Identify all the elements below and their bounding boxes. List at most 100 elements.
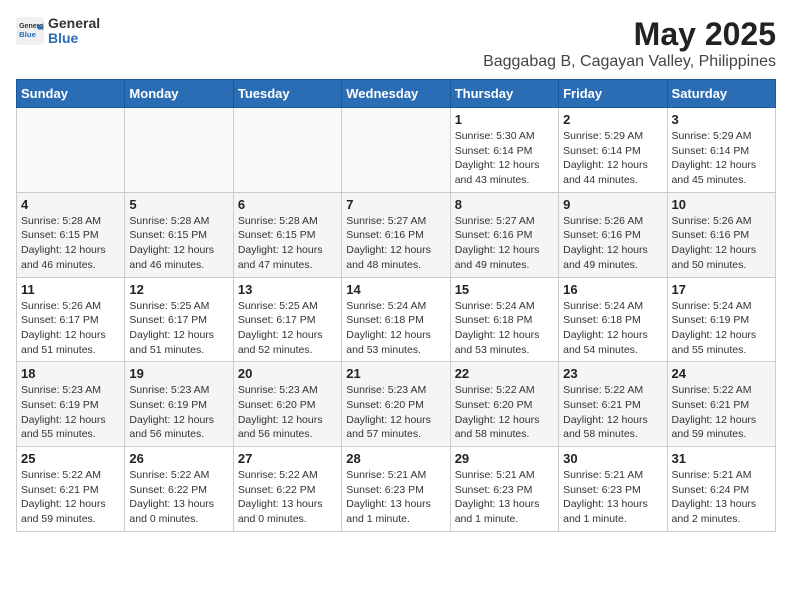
calendar-header: SundayMondayTuesdayWednesdayThursdayFrid…: [17, 80, 776, 108]
calendar-week-5: 25 Sunrise: 5:22 AM Sunset: 6:21 PM Dayli…: [17, 447, 776, 532]
day-number: 2: [563, 112, 662, 127]
calendar-cell: 29 Sunrise: 5:21 AM Sunset: 6:23 PM Dayli…: [450, 447, 558, 532]
day-detail: Sunrise: 5:23 AM Sunset: 6:20 PM Dayligh…: [346, 383, 445, 442]
weekday-header-tuesday: Tuesday: [233, 80, 341, 108]
day-detail: Sunrise: 5:23 AM Sunset: 6:19 PM Dayligh…: [129, 383, 228, 442]
logo-general-text: General: [48, 16, 100, 31]
calendar-cell: 19 Sunrise: 5:23 AM Sunset: 6:19 PM Dayli…: [125, 362, 233, 447]
calendar-cell: 4 Sunrise: 5:28 AM Sunset: 6:15 PM Daylig…: [17, 192, 125, 277]
svg-text:Blue: Blue: [19, 31, 37, 40]
day-detail: Sunrise: 5:26 AM Sunset: 6:17 PM Dayligh…: [21, 299, 120, 358]
day-number: 28: [346, 451, 445, 466]
day-number: 23: [563, 366, 662, 381]
day-detail: Sunrise: 5:24 AM Sunset: 6:19 PM Dayligh…: [672, 299, 771, 358]
day-detail: Sunrise: 5:24 AM Sunset: 6:18 PM Dayligh…: [455, 299, 554, 358]
calendar-cell: [233, 108, 341, 193]
day-number: 22: [455, 366, 554, 381]
day-detail: Sunrise: 5:22 AM Sunset: 6:21 PM Dayligh…: [672, 383, 771, 442]
logo-icon: General Blue: [16, 17, 44, 45]
weekday-header-sunday: Sunday: [17, 80, 125, 108]
calendar-cell: 27 Sunrise: 5:22 AM Sunset: 6:22 PM Dayli…: [233, 447, 341, 532]
day-detail: Sunrise: 5:22 AM Sunset: 6:22 PM Dayligh…: [129, 468, 228, 527]
calendar-cell: 16 Sunrise: 5:24 AM Sunset: 6:18 PM Dayli…: [559, 277, 667, 362]
day-detail: Sunrise: 5:21 AM Sunset: 6:24 PM Dayligh…: [672, 468, 771, 527]
day-number: 29: [455, 451, 554, 466]
calendar-cell: 28Sunrise: 5:21 AM Sunset: 6:23 PM Dayli…: [342, 447, 450, 532]
calendar-cell: 23 Sunrise: 5:22 AM Sunset: 6:21 PM Dayli…: [559, 362, 667, 447]
day-detail: Sunrise: 5:30 AM Sunset: 6:14 PM Dayligh…: [455, 129, 554, 188]
day-number: 13: [238, 282, 337, 297]
page-header: General Blue General Blue May 2025 Bagga…: [16, 16, 776, 71]
calendar-week-4: 18 Sunrise: 5:23 AM Sunset: 6:19 PM Dayli…: [17, 362, 776, 447]
calendar-cell: 11Sunrise: 5:26 AM Sunset: 6:17 PM Dayli…: [17, 277, 125, 362]
calendar-cell: 6 Sunrise: 5:28 AM Sunset: 6:15 PM Daylig…: [233, 192, 341, 277]
calendar-cell: 21Sunrise: 5:23 AM Sunset: 6:20 PM Dayli…: [342, 362, 450, 447]
calendar-cell: 30Sunrise: 5:21 AM Sunset: 6:23 PM Dayli…: [559, 447, 667, 532]
day-detail: Sunrise: 5:21 AM Sunset: 6:23 PM Dayligh…: [563, 468, 662, 527]
day-number: 12: [129, 282, 228, 297]
day-number: 17: [672, 282, 771, 297]
day-detail: Sunrise: 5:23 AM Sunset: 6:19 PM Dayligh…: [21, 383, 120, 442]
logo: General Blue General Blue: [16, 16, 100, 47]
day-detail: Sunrise: 5:28 AM Sunset: 6:15 PM Dayligh…: [238, 214, 337, 273]
calendar-cell: 13 Sunrise: 5:25 AM Sunset: 6:17 PM Dayli…: [233, 277, 341, 362]
page-title: May 2025: [483, 16, 776, 53]
calendar-week-1: 1Sunrise: 5:30 AM Sunset: 6:14 PM Daylig…: [17, 108, 776, 193]
day-number: 5: [129, 197, 228, 212]
day-detail: Sunrise: 5:22 AM Sunset: 6:22 PM Dayligh…: [238, 468, 337, 527]
weekday-header-saturday: Saturday: [667, 80, 775, 108]
calendar-cell: 1Sunrise: 5:30 AM Sunset: 6:14 PM Daylig…: [450, 108, 558, 193]
calendar-cell: 15Sunrise: 5:24 AM Sunset: 6:18 PM Dayli…: [450, 277, 558, 362]
day-number: 7: [346, 197, 445, 212]
day-detail: Sunrise: 5:22 AM Sunset: 6:20 PM Dayligh…: [455, 383, 554, 442]
day-detail: Sunrise: 5:25 AM Sunset: 6:17 PM Dayligh…: [238, 299, 337, 358]
day-detail: Sunrise: 5:29 AM Sunset: 6:14 PM Dayligh…: [672, 129, 771, 188]
day-number: 14: [346, 282, 445, 297]
day-number: 3: [672, 112, 771, 127]
calendar-week-3: 11Sunrise: 5:26 AM Sunset: 6:17 PM Dayli…: [17, 277, 776, 362]
calendar-cell: 7 Sunrise: 5:27 AM Sunset: 6:16 PM Daylig…: [342, 192, 450, 277]
calendar-cell: 20Sunrise: 5:23 AM Sunset: 6:20 PM Dayli…: [233, 362, 341, 447]
calendar-cell: 12Sunrise: 5:25 AM Sunset: 6:17 PM Dayli…: [125, 277, 233, 362]
calendar-week-2: 4 Sunrise: 5:28 AM Sunset: 6:15 PM Daylig…: [17, 192, 776, 277]
day-detail: Sunrise: 5:27 AM Sunset: 6:16 PM Dayligh…: [455, 214, 554, 273]
calendar-cell: 18 Sunrise: 5:23 AM Sunset: 6:19 PM Dayli…: [17, 362, 125, 447]
day-number: 16: [563, 282, 662, 297]
day-detail: Sunrise: 5:21 AM Sunset: 6:23 PM Dayligh…: [455, 468, 554, 527]
title-area: May 2025 Baggabag B, Cagayan Valley, Phi…: [483, 16, 776, 71]
calendar-cell: 31 Sunrise: 5:21 AM Sunset: 6:24 PM Dayli…: [667, 447, 775, 532]
day-detail: Sunrise: 5:22 AM Sunset: 6:21 PM Dayligh…: [563, 383, 662, 442]
weekday-header-wednesday: Wednesday: [342, 80, 450, 108]
calendar-cell: 5 Sunrise: 5:28 AM Sunset: 6:15 PM Daylig…: [125, 192, 233, 277]
weekday-header-thursday: Thursday: [450, 80, 558, 108]
page-subtitle: Baggabag B, Cagayan Valley, Philippines: [483, 53, 776, 71]
day-detail: Sunrise: 5:22 AM Sunset: 6:21 PM Dayligh…: [21, 468, 120, 527]
day-number: 8: [455, 197, 554, 212]
day-number: 18: [21, 366, 120, 381]
day-number: 6: [238, 197, 337, 212]
day-detail: Sunrise: 5:26 AM Sunset: 6:16 PM Dayligh…: [563, 214, 662, 273]
day-detail: Sunrise: 5:27 AM Sunset: 6:16 PM Dayligh…: [346, 214, 445, 273]
weekday-header-friday: Friday: [559, 80, 667, 108]
day-number: 25: [21, 451, 120, 466]
day-number: 10: [672, 197, 771, 212]
day-detail: Sunrise: 5:28 AM Sunset: 6:15 PM Dayligh…: [21, 214, 120, 273]
calendar-cell: 8 Sunrise: 5:27 AM Sunset: 6:16 PM Daylig…: [450, 192, 558, 277]
calendar-cell: 2Sunrise: 5:29 AM Sunset: 6:14 PM Daylig…: [559, 108, 667, 193]
calendar-cell: 17 Sunrise: 5:24 AM Sunset: 6:19 PM Dayli…: [667, 277, 775, 362]
logo-blue-text: Blue: [48, 31, 100, 46]
day-number: 4: [21, 197, 120, 212]
day-number: 20: [238, 366, 337, 381]
day-number: 26: [129, 451, 228, 466]
calendar-cell: 22 Sunrise: 5:22 AM Sunset: 6:20 PM Dayli…: [450, 362, 558, 447]
calendar-cell: 10Sunrise: 5:26 AM Sunset: 6:16 PM Dayli…: [667, 192, 775, 277]
calendar-cell: [17, 108, 125, 193]
calendar-cell: 9Sunrise: 5:26 AM Sunset: 6:16 PM Daylig…: [559, 192, 667, 277]
day-number: 27: [238, 451, 337, 466]
day-detail: Sunrise: 5:28 AM Sunset: 6:15 PM Dayligh…: [129, 214, 228, 273]
day-number: 31: [672, 451, 771, 466]
day-detail: Sunrise: 5:24 AM Sunset: 6:18 PM Dayligh…: [563, 299, 662, 358]
calendar-table: SundayMondayTuesdayWednesdayThursdayFrid…: [16, 79, 776, 532]
day-number: 19: [129, 366, 228, 381]
day-number: 24: [672, 366, 771, 381]
